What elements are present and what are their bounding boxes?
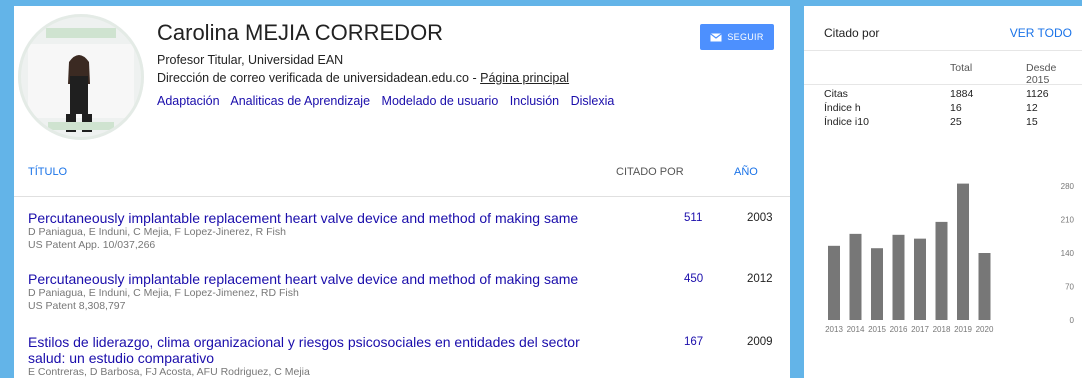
interest-tag[interactable]: Modelado de usuario — [382, 94, 499, 108]
chart-x-tick: 2013 — [825, 325, 843, 334]
interest-tag[interactable]: Inclusión — [510, 94, 559, 108]
chart-bar-2016[interactable] — [892, 234, 905, 320]
interest-tag[interactable]: Dislexia — [571, 94, 615, 108]
chart-bar-2019[interactable] — [957, 183, 969, 320]
article-authors: E Contreras, D Barbosa, FJ Acosta, AFU R… — [28, 366, 310, 378]
citation-stats-table: Total Desde 2015 Citas 1884 1126 Índice … — [824, 56, 1082, 130]
chart-bar-2014[interactable] — [849, 233, 862, 320]
chart-x-tick: 2018 — [933, 325, 951, 334]
chart-y-tick: 70 — [1065, 283, 1074, 292]
article-venue: US Patent App. 10/037,266 — [28, 239, 156, 251]
stats-since: 15 — [1026, 116, 1038, 128]
interest-tag[interactable]: Adaptación — [157, 94, 220, 108]
stats-label: Índice i10 — [824, 116, 869, 128]
stats-row: Índice h 16 12 — [824, 102, 1082, 116]
table-row: Percutaneously implantable replacement h… — [28, 271, 776, 313]
chart-bar-2015[interactable] — [871, 248, 883, 320]
cited-by-divider — [804, 50, 1082, 51]
stats-total: 25 — [950, 116, 962, 128]
stats-total: 16 — [950, 102, 962, 114]
chart-x-tick: 2014 — [847, 325, 865, 334]
article-year: 2003 — [747, 212, 773, 224]
cited-by-panel: Citado por VER TODO Total Desde 2015 Cit… — [804, 6, 1082, 378]
stats-label: Citas — [824, 88, 848, 100]
chart-bar-2018[interactable] — [935, 221, 948, 320]
stats-total: 1884 — [950, 88, 974, 100]
stats-header-total: Total — [950, 62, 973, 74]
article-authors: D Paniagua, E Induni, C Mejia, F Lopez-J… — [28, 226, 286, 238]
chart-y-tick: 210 — [1061, 216, 1075, 225]
stats-since: 12 — [1026, 102, 1038, 114]
article-venue: US Patent 8,308,797 — [28, 300, 126, 312]
cited-count[interactable]: 167 — [684, 336, 703, 348]
article-title[interactable]: Estilos de liderazgo, clima organizacion… — [28, 334, 608, 366]
cited-count[interactable]: 511 — [684, 212, 702, 224]
chart-y-tick: 0 — [1070, 316, 1075, 325]
chart-bar-2017[interactable] — [914, 238, 926, 320]
stats-row: Citas 1884 1126 — [824, 88, 1082, 102]
article-year: 2009 — [747, 336, 773, 348]
table-divider — [14, 196, 790, 197]
chart-bar-2020[interactable] — [978, 253, 991, 320]
stats-header-row: Total Desde 2015 — [824, 56, 1082, 86]
follow-button[interactable]: SEGUIR — [700, 24, 774, 50]
cited-by-title: Citado por — [824, 26, 880, 40]
profile-affiliation: Profesor Titular, Universidad EAN — [157, 53, 344, 67]
table-row: Estilos de liderazgo, clima organizacion… — [28, 334, 776, 378]
stats-header-since: Desde 2015 — [1026, 62, 1057, 86]
article-authors: D Paniagua, E Induni, C Mejia, F Lopez-J… — [28, 287, 299, 299]
envelope-icon — [710, 32, 723, 41]
email-text: Dirección de correo verificada de univer… — [157, 71, 481, 85]
chart-y-tick: 140 — [1061, 249, 1075, 258]
stats-header-divider — [804, 84, 1082, 85]
profile-panel: Carolina MEJIA CORREDOR Profesor Titular… — [14, 6, 790, 378]
stats-label: Índice h — [824, 102, 861, 114]
interest-tags: Adaptación Analiticas de Aprendizaje Mod… — [157, 94, 622, 108]
chart-x-tick: 2016 — [890, 325, 908, 334]
stats-row: Índice i10 25 15 — [824, 116, 1082, 130]
table-row: Percutaneously implantable replacement h… — [28, 210, 776, 252]
article-year: 2012 — [747, 273, 773, 285]
article-title[interactable]: Percutaneously implantable replacement h… — [28, 210, 608, 226]
chart-x-tick: 2017 — [911, 325, 929, 334]
chart-x-tick: 2015 — [868, 325, 886, 334]
profile-email: Dirección de correo verificada de univer… — [157, 71, 569, 85]
view-all-link[interactable]: VER TODO — [1010, 26, 1072, 40]
chart-bar-2013[interactable] — [828, 245, 840, 320]
chart-x-tick: 2019 — [954, 325, 972, 334]
citations-per-year-chart: 2013 2014 2015 2016 2017 2018 2019 2020 280 210 14… — [825, 182, 1075, 334]
article-title[interactable]: Percutaneously implantable replacement h… — [28, 271, 608, 287]
chart-x-tick: 2020 — [976, 325, 994, 334]
column-cited-header[interactable]: CITADO POR — [616, 166, 684, 178]
profile-name: Carolina MEJIA CORREDOR — [157, 20, 444, 45]
homepage-link[interactable]: Página principal — [480, 71, 569, 85]
chart-y-tick: 280 — [1061, 182, 1075, 191]
profile-avatar — [18, 14, 144, 140]
follow-label: SEGUIR — [727, 32, 764, 42]
column-title-header[interactable]: TÍTULO — [28, 166, 67, 178]
cited-count[interactable]: 450 — [684, 273, 703, 285]
column-year-header[interactable]: AÑO — [734, 166, 758, 178]
stats-since: 1126 — [1026, 88, 1049, 100]
interest-tag[interactable]: Analiticas de Aprendizaje — [230, 94, 370, 108]
